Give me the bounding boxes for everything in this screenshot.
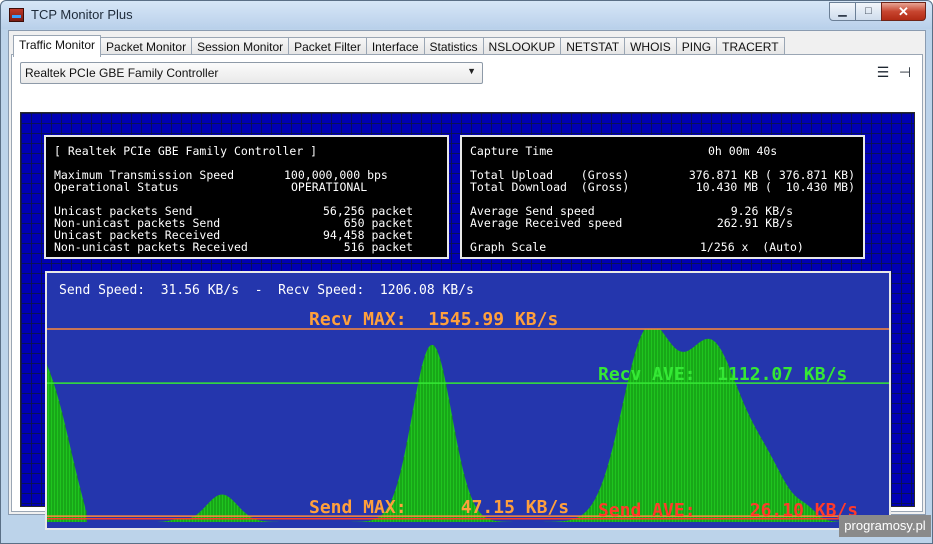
recv-traffic-area [47, 329, 889, 522]
speed-separator: - [254, 283, 263, 298]
window-controls: ▁ □ ✕ [829, 2, 926, 21]
capture-time-value: 0h 00m 40s [708, 144, 778, 158]
total-download-value: 10.430 MB ( 10.430 MB) [695, 180, 855, 194]
graph-scale-value: 1/256 x (Auto) [700, 240, 804, 254]
app-window: TCP Monitor Plus ▁ □ ✕ Traffic Monitor P… [0, 0, 933, 544]
op-status-label: Operational Status [54, 180, 179, 194]
avg-recv-label: Average Received speed [470, 216, 623, 230]
current-speed-line: Send Speed: 31.56 KB/s - Recv Speed: 120… [59, 283, 474, 298]
pin-icon[interactable]: ⊣ [896, 63, 914, 81]
capture-stats-panel: Capture Time 0h 00m 40s Total Upload (Gr… [460, 135, 865, 259]
op-status-value: OPERATIONAL [291, 180, 368, 194]
adapter-info-title: [ Realtek PCIe GBE Family Controller ] [54, 144, 318, 158]
window-title: TCP Monitor Plus [31, 7, 133, 22]
traffic-graph: Send Speed: 31.56 KB/s - Recv Speed: 120… [45, 271, 891, 530]
traffic-monitor-panel: Realtek PCIe GBE Family Controller ▼ ☰ ⊣… [11, 54, 923, 530]
send-speed-value: 31.56 KB/s [160, 283, 240, 298]
adapter-selected-value: Realtek PCIe GBE Family Controller [25, 66, 219, 80]
send-ave-label: Send AVE: 26.10 KB/s [598, 500, 859, 521]
adapter-dropdown[interactable]: Realtek PCIe GBE Family Controller ▼ [20, 62, 483, 84]
recv-speed-value: 1206.08 KB/s [379, 283, 474, 298]
tab-traffic-monitor[interactable]: Traffic Monitor [13, 35, 102, 57]
client-area: Traffic Monitor Packet Monitor Session M… [8, 30, 926, 530]
minimize-button[interactable]: ▁ [829, 2, 856, 21]
maximize-button[interactable]: □ [855, 2, 882, 21]
title-bar[interactable]: TCP Monitor Plus ▁ □ ✕ [1, 1, 932, 29]
recv-ave-label: Recv AVE: 1112.07 KB/s [598, 364, 848, 385]
traffic-display: [ Realtek PCIe GBE Family Controller ] M… [20, 112, 915, 530]
avg-recv-value: 262.91 KB/s [716, 216, 793, 230]
send-speed-label: Send Speed: [59, 283, 146, 298]
recv-max-label: Recv MAX: 1545.99 KB/s [309, 309, 559, 330]
nonunicast-recv-value: 516 packet [343, 240, 413, 254]
graph-scale-label: Graph Scale [470, 240, 547, 254]
close-button[interactable]: ✕ [881, 2, 926, 21]
app-icon [9, 8, 24, 22]
send-max-label: Send MAX: 47.15 KB/s [309, 497, 570, 518]
chevron-down-icon[interactable]: ▼ [467, 66, 476, 76]
capture-time-label: Capture Time [470, 144, 554, 158]
total-download-label: Total Download (Gross) [470, 180, 630, 194]
list-view-icon[interactable]: ☰ [874, 63, 892, 81]
watermark-badge: programosy.pl [839, 515, 931, 537]
tab-bar: Traffic Monitor Packet Monitor Session M… [13, 35, 785, 57]
recv-speed-label: Recv Speed: [278, 283, 365, 298]
nonunicast-recv-label: Non-unicast packets Received [54, 240, 248, 254]
adapter-info-panel: [ Realtek PCIe GBE Family Controller ] M… [44, 135, 449, 259]
